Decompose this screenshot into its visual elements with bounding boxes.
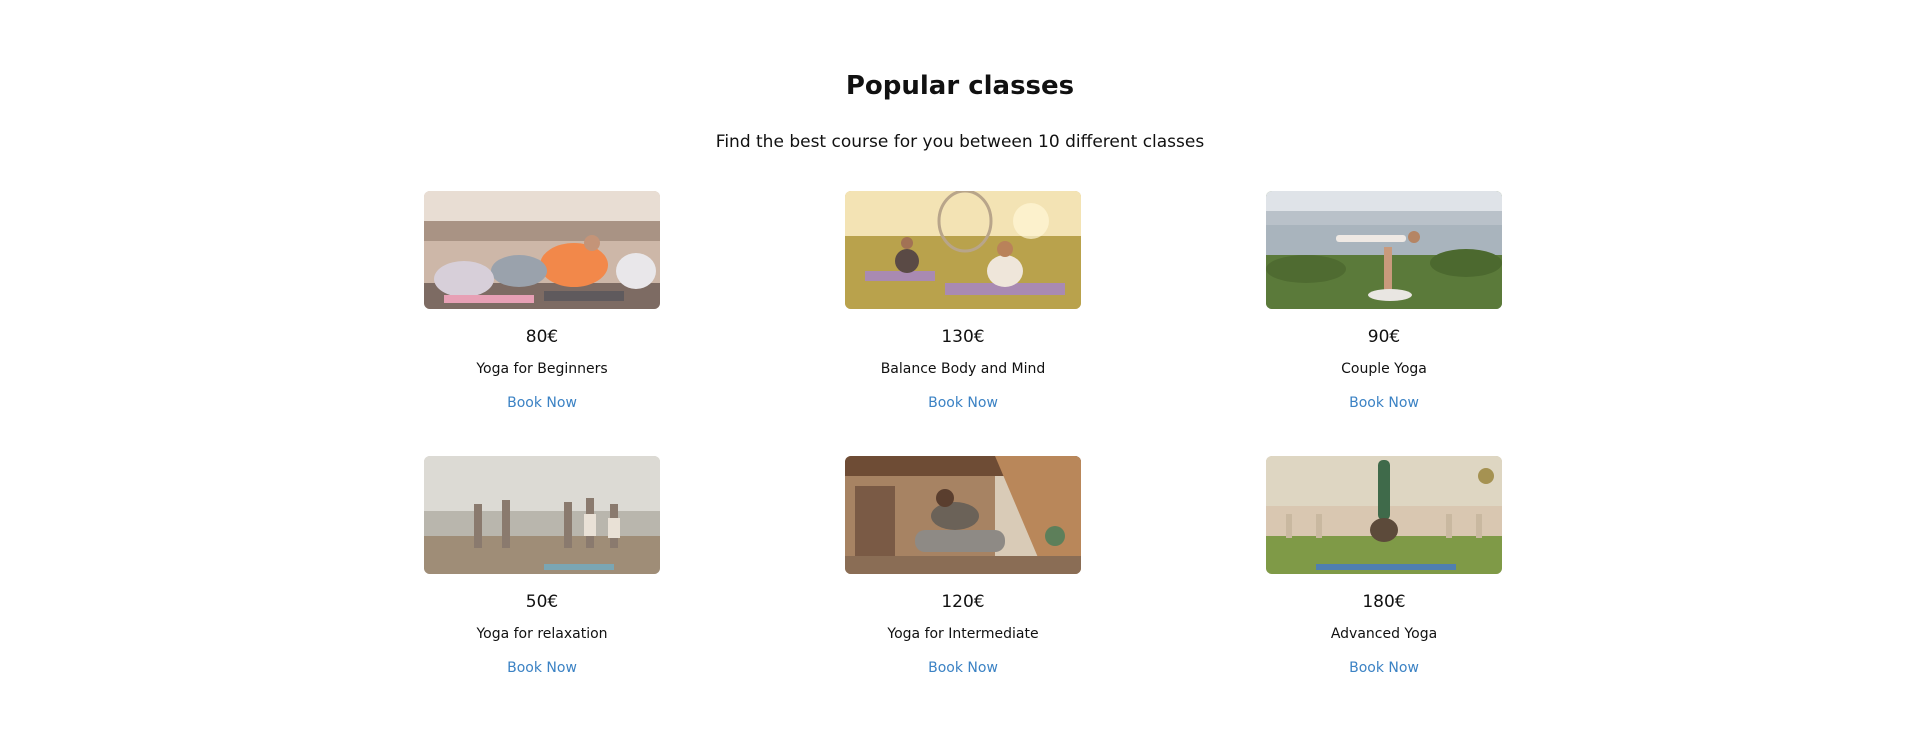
group-yoga-stretch-photo [424, 191, 660, 309]
beach-tree-pose-photo [424, 456, 660, 574]
class-card: 120€ Yoga for Intermediate Book Now [845, 456, 1081, 678]
class-price: 120€ [941, 592, 985, 612]
class-card: 90€ Couple Yoga Book Now [1266, 191, 1502, 413]
class-card: 180€ Advanced Yoga Book Now [1266, 456, 1502, 678]
class-name: Yoga for relaxation [476, 626, 608, 642]
book-now-link[interactable]: Book Now [507, 393, 577, 413]
class-name: Couple Yoga [1341, 361, 1427, 377]
section-subtitle: Find the best course for you between 10 … [715, 132, 1205, 152]
class-price: 80€ [525, 327, 559, 347]
book-now-link[interactable]: Book Now [928, 658, 998, 678]
class-grid: 80€ Yoga for Beginners Book Now 130€ Bal… [0, 191, 1920, 711]
class-price: 180€ [1362, 592, 1406, 612]
class-name: Balance Body and Mind [880, 361, 1046, 377]
class-card: 80€ Yoga for Beginners Book Now [424, 191, 660, 413]
class-price: 90€ [1367, 327, 1401, 347]
class-name: Advanced Yoga [1330, 626, 1438, 642]
book-now-link[interactable]: Book Now [1349, 393, 1419, 413]
class-name: Yoga for Beginners [476, 361, 608, 377]
class-price: 130€ [941, 327, 985, 347]
book-now-link[interactable]: Book Now [928, 393, 998, 413]
outdoor-meditation-photo [845, 191, 1081, 309]
class-card: 50€ Yoga for relaxation Book Now [424, 456, 660, 678]
headstand-garden-photo [1266, 456, 1502, 574]
section-title: Popular classes [845, 71, 1075, 101]
studio-pigeon-pose-photo [845, 456, 1081, 574]
acro-yoga-lake-photo [1266, 191, 1502, 309]
book-now-link[interactable]: Book Now [507, 658, 577, 678]
class-price: 50€ [525, 592, 559, 612]
class-name: Yoga for Intermediate [887, 626, 1039, 642]
book-now-link[interactable]: Book Now [1349, 658, 1419, 678]
class-card: 130€ Balance Body and Mind Book Now [845, 191, 1081, 413]
